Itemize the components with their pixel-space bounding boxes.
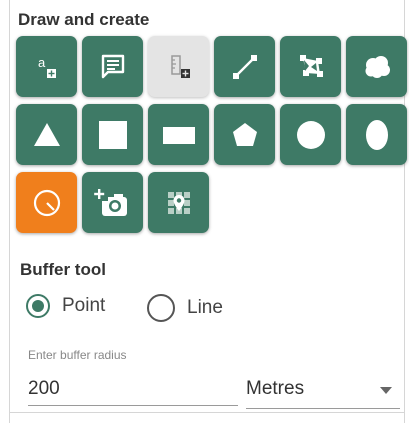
unit-select[interactable]: Metres	[246, 374, 400, 409]
tool-circle-button[interactable]	[280, 104, 341, 165]
triangle-icon	[33, 122, 60, 146]
panel-border-left	[9, 0, 10, 423]
grid-marker-icon	[167, 191, 190, 214]
pentagon-icon	[232, 122, 257, 146]
tool-text-annotation-button[interactable]: a	[16, 36, 77, 97]
radio-point-label: Point	[62, 295, 106, 316]
buffer-radius-label: Enter buffer radius	[28, 348, 127, 362]
rectangle-icon	[162, 126, 195, 144]
tool-measure-label-button[interactable]	[148, 36, 209, 97]
cloud-icon	[365, 55, 390, 78]
polygon-vertices-icon	[299, 54, 323, 77]
tool-grid-marker-button[interactable]	[148, 172, 209, 233]
tool-square-button[interactable]	[82, 104, 143, 165]
buffer-radius-input[interactable]	[28, 374, 238, 406]
svg-text:a: a	[38, 55, 46, 70]
unit-select-value: Metres	[246, 378, 305, 399]
text-add-icon: a	[38, 55, 56, 78]
buffer-tool-title: Buffer tool	[20, 260, 106, 279]
ellipse-icon	[365, 119, 388, 150]
comment-icon	[101, 54, 124, 78]
chevron-down-icon	[380, 387, 392, 394]
tool-line-button[interactable]	[214, 36, 275, 97]
tool-ellipse-button[interactable]	[346, 104, 407, 165]
radio-unchecked-icon[interactable]	[147, 294, 175, 322]
buffer-circle-icon	[33, 189, 60, 216]
draw-section-title: Draw and create	[18, 10, 150, 29]
tool-rectangle-button[interactable]	[148, 104, 209, 165]
tool-add-photo-button[interactable]	[82, 172, 143, 233]
add-photo-icon	[93, 188, 127, 216]
tool-cloud-button[interactable]	[346, 36, 407, 97]
square-icon	[98, 120, 127, 149]
tool-buffer-button[interactable]	[16, 172, 77, 233]
radio-line-label: Line	[187, 297, 223, 318]
panel-border-bottom	[9, 412, 405, 413]
tool-triangle-button[interactable]	[16, 104, 77, 165]
tool-polygon-button[interactable]	[280, 36, 341, 97]
tool-comment-button[interactable]	[82, 36, 143, 97]
radio-point[interactable]: Point	[26, 294, 105, 318]
radio-checked-icon[interactable]	[26, 294, 50, 318]
ruler-add-icon	[170, 54, 190, 78]
draw-tools-grid: a	[16, 36, 408, 236]
radio-line[interactable]: Line	[147, 294, 223, 322]
line-icon	[232, 54, 257, 79]
circle-icon	[296, 120, 325, 149]
tool-pentagon-button[interactable]	[214, 104, 275, 165]
